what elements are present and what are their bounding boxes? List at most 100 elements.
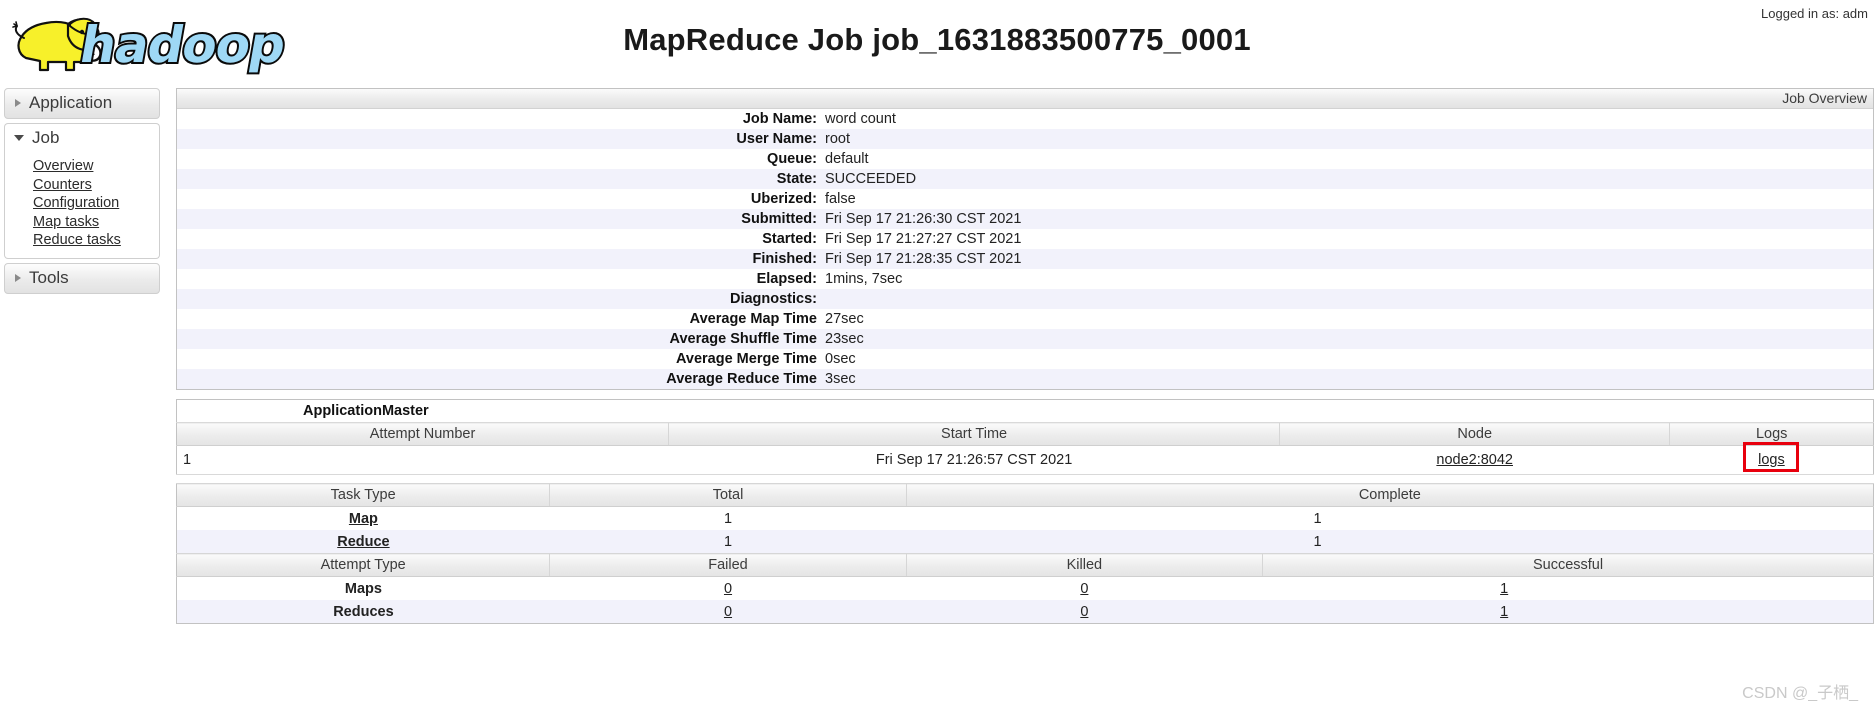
reduce-tasks-link[interactable]: Reduce <box>337 534 389 550</box>
overview-value: 0sec <box>825 351 856 367</box>
overview-value: word count <box>825 111 896 127</box>
page-root: hadoop MapReduce Job job_1631883500775_0… <box>0 0 1874 711</box>
sidebar-section-application: Application <box>4 88 160 119</box>
task-summary-panel: Task Type Total Complete Map 1 1 Reduce … <box>176 483 1874 624</box>
overview-key: Elapsed: <box>756 271 817 287</box>
column-header-attempt-number[interactable]: Attempt Number <box>176 422 670 446</box>
logs-link[interactable]: logs <box>1758 452 1785 468</box>
cell-map-complete: 1 <box>906 506 1874 530</box>
overview-value: 27sec <box>825 311 864 327</box>
sidebar-section-tools: Tools <box>4 262 160 294</box>
table-row: User Name: root <box>177 129 1873 149</box>
maps-killed-link[interactable]: 0 <box>1080 581 1088 597</box>
sidebar-job-links: Overview Counters Configuration Map task… <box>4 153 160 259</box>
sidebar-link-counters[interactable]: Counters <box>5 177 159 193</box>
reduces-killed-link[interactable]: 0 <box>1080 604 1088 620</box>
table-row: Average Reduce Time 3sec <box>177 369 1873 389</box>
cell-reduces-successful: 1 <box>1262 600 1874 624</box>
job-overview-caption: Job Overview <box>177 89 1873 109</box>
table-row: Submitted: Fri Sep 17 21:26:30 CST 2021 <box>177 209 1873 229</box>
overview-key: Queue: <box>767 151 817 167</box>
table-row: Started: Fri Sep 17 21:27:27 CST 2021 <box>177 229 1873 249</box>
overview-value: 3sec <box>825 371 856 387</box>
column-header-successful[interactable]: Successful <box>1262 553 1874 577</box>
reduces-successful-link[interactable]: 1 <box>1500 604 1508 620</box>
cell-reduce-total: 1 <box>549 530 907 554</box>
page-header: hadoop MapReduce Job job_1631883500775_0… <box>0 0 1874 88</box>
column-header-task-type[interactable]: Task Type <box>176 483 551 507</box>
overview-key: Average Shuffle Time <box>669 331 817 347</box>
overview-value: Fri Sep 17 21:26:30 CST 2021 <box>825 211 1022 227</box>
sidebar-link-overview[interactable]: Overview <box>5 159 159 174</box>
column-header-logs[interactable]: Logs <box>1669 422 1874 446</box>
table-row: Average Shuffle Time 23sec <box>177 329 1873 349</box>
cell-logs: logs <box>1669 442 1874 475</box>
cell-attempt-type: Reduces <box>176 600 550 624</box>
sidebar-item-application[interactable]: Application <box>4 88 160 119</box>
chevron-down-icon <box>14 135 24 141</box>
table-row: Maps 0 0 1 <box>176 576 1874 600</box>
reduces-failed-link[interactable]: 0 <box>724 604 732 620</box>
table-row: 1 Fri Sep 17 21:26:57 CST 2021 node2:804… <box>176 442 1874 475</box>
overview-value: false <box>825 191 856 207</box>
table-row: Reduces 0 0 1 <box>176 600 1874 624</box>
cell-start-time: Fri Sep 17 21:26:57 CST 2021 <box>668 445 1280 475</box>
application-master-title: ApplicationMaster <box>176 399 1874 423</box>
job-overview-caption-label: Job Overview <box>1782 90 1867 106</box>
sidebar-link-configuration[interactable]: Configuration <box>5 196 159 211</box>
column-header-total[interactable]: Total <box>549 483 907 507</box>
task-summary-header-row: Task Type Total Complete <box>176 483 1874 507</box>
overview-value: default <box>825 151 869 167</box>
sidebar-item-tools[interactable]: Tools <box>4 262 160 294</box>
overview-state-value: SUCCEEDED <box>825 171 917 187</box>
application-master-panel: ApplicationMaster Attempt Number Start T… <box>176 399 1874 475</box>
table-row: Average Map Time 27sec <box>177 309 1873 329</box>
cell-attempt-number: 1 <box>176 445 669 475</box>
main-content: Job Overview Job Name: word count User N… <box>176 88 1874 624</box>
sidebar-item-job[interactable]: Job <box>4 123 160 153</box>
overview-key: Started: <box>762 231 817 247</box>
overview-key: Finished: <box>752 251 817 267</box>
page-title: MapReduce Job job_1631883500775_0001 <box>623 22 1251 57</box>
node-link[interactable]: node2:8042 <box>1436 452 1513 468</box>
column-header-start-time[interactable]: Start Time <box>668 422 1281 446</box>
cell-reduces-failed: 0 <box>549 600 907 624</box>
column-header-attempt-type[interactable]: Attempt Type <box>176 553 551 577</box>
table-row: Reduce 1 1 <box>176 530 1874 554</box>
job-overview-table: Job Name: word count User Name: root Que… <box>177 109 1873 389</box>
overview-key: User Name: <box>736 131 817 147</box>
table-row: Map 1 1 <box>176 506 1874 530</box>
cell-map-total: 1 <box>549 506 907 530</box>
column-header-node[interactable]: Node <box>1279 422 1671 446</box>
table-row: Elapsed: 1mins, 7sec <box>177 269 1873 289</box>
column-header-killed[interactable]: Killed <box>906 553 1264 577</box>
cell-reduces-killed: 0 <box>906 600 1263 624</box>
map-tasks-link[interactable]: Map <box>349 511 378 527</box>
cell-maps-killed: 0 <box>906 576 1263 600</box>
sidebar-link-reduce-tasks[interactable]: Reduce tasks <box>5 233 159 248</box>
table-row: Diagnostics: <box>177 289 1873 309</box>
column-header-complete[interactable]: Complete <box>906 483 1874 507</box>
chevron-right-icon <box>15 99 21 107</box>
overview-value: 23sec <box>825 331 864 347</box>
column-header-failed[interactable]: Failed <box>549 553 907 577</box>
task-summary-table: Task Type Total Complete Map 1 1 Reduce … <box>176 483 1874 624</box>
overview-key: Submitted: <box>741 211 817 227</box>
overview-key: Average Merge Time <box>675 351 817 367</box>
overview-key: Average Map Time <box>689 311 817 327</box>
table-row: Job Name: word count <box>177 109 1873 129</box>
table-row: Finished: Fri Sep 17 21:28:35 CST 2021 <box>177 249 1873 269</box>
overview-key: Average Reduce Time <box>666 371 817 387</box>
overview-value: Fri Sep 17 21:28:35 CST 2021 <box>825 251 1022 267</box>
attempt-summary-header-row: Attempt Type Failed Killed Successful <box>176 553 1874 577</box>
application-master-title-row: ApplicationMaster <box>176 399 1874 423</box>
maps-failed-link[interactable]: 0 <box>724 581 732 597</box>
sidebar-item-application-label: Application <box>29 93 113 112</box>
chevron-right-icon <box>15 273 21 282</box>
watermark: CSDN @_子栖_ <box>1742 685 1858 702</box>
sidebar-link-map-tasks[interactable]: Map tasks <box>5 214 159 230</box>
application-master-table: ApplicationMaster Attempt Number Start T… <box>176 399 1874 475</box>
maps-successful-link[interactable]: 1 <box>1500 581 1508 597</box>
overview-value <box>825 289 1873 309</box>
cell-node: node2:8042 <box>1279 445 1670 475</box>
